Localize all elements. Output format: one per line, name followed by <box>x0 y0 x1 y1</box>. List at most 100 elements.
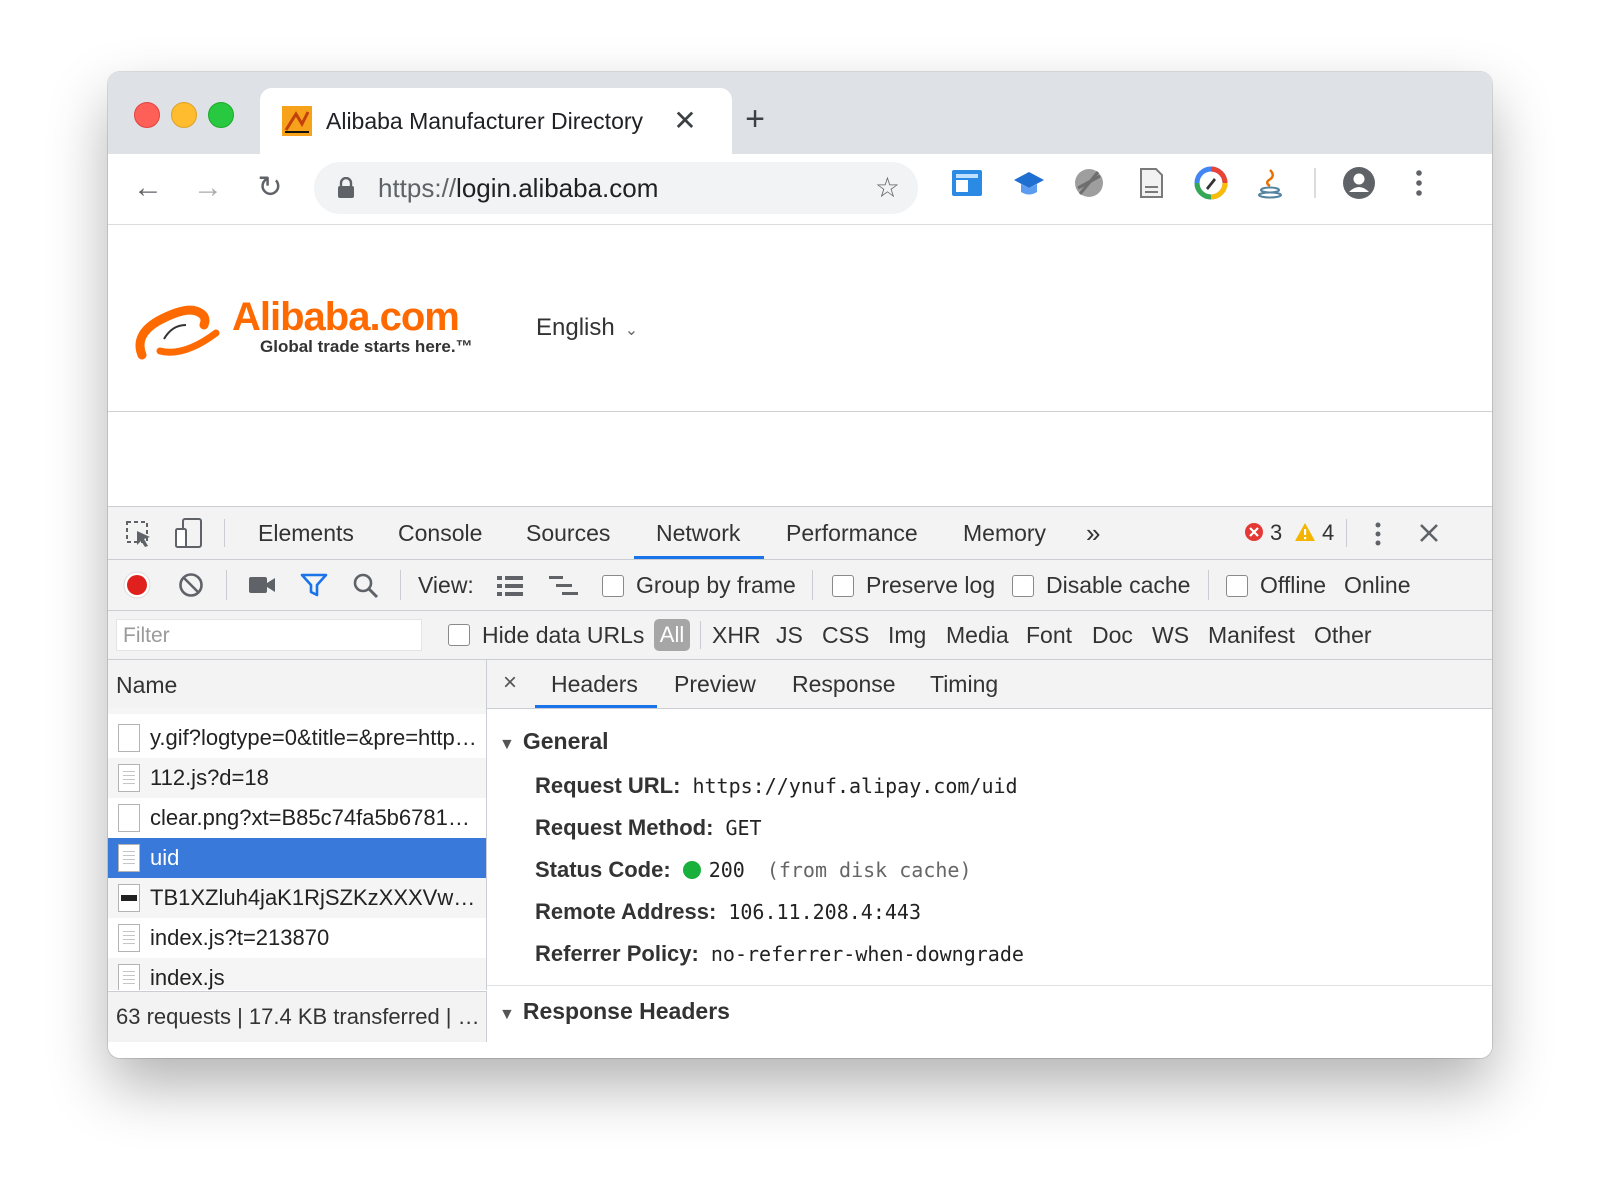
graduation-cap-extension-icon[interactable] <box>1012 166 1046 200</box>
close-window-button[interactable] <box>134 102 160 128</box>
list-item[interactable] <box>108 708 486 714</box>
table-row-selected[interactable]: uid <box>108 838 486 878</box>
group-by-frame-label: Group by frame <box>636 572 796 598</box>
offline-label: Offline <box>1260 572 1327 598</box>
table-row[interactable]: 112.js?d=18 <box>108 758 486 798</box>
filter-input[interactable]: Filter <box>116 619 422 651</box>
throttling-select[interactable]: Online <box>1344 570 1410 600</box>
name-column-header[interactable]: Name <box>108 660 486 709</box>
tab-elements[interactable]: Elements <box>258 507 354 559</box>
screenshot-extension-icon[interactable] <box>950 166 984 200</box>
filter-separator <box>700 621 701 649</box>
inspect-element-icon[interactable] <box>124 519 154 549</box>
new-tab-button[interactable]: + <box>738 102 772 136</box>
error-count[interactable]: 3 <box>1270 521 1282 545</box>
toolbar-divider <box>1314 168 1316 198</box>
back-arrow-icon[interactable]: ← <box>130 170 166 206</box>
response-headers-section-toggle[interactable]: ▼ Response Headers <box>499 996 730 1030</box>
type-filter-ws[interactable]: WS <box>1152 620 1189 650</box>
bookmark-star-icon[interactable]: ☆ <box>875 174 900 202</box>
filter-bar: Filter Hide data URLs All XHR JS CSS Img… <box>108 611 1492 660</box>
large-rows-icon[interactable] <box>496 574 524 598</box>
alibaba-logo[interactable]: Alibaba.com Global trade starts here.™ <box>134 295 494 365</box>
globe-extension-icon[interactable] <box>1072 166 1106 200</box>
compass-extension-icon[interactable] <box>1194 166 1228 200</box>
page-divider <box>108 411 1492 412</box>
hide-data-urls-checkbox[interactable] <box>448 624 470 646</box>
type-filter-img[interactable]: Img <box>888 620 926 650</box>
tab-response[interactable]: Response <box>792 669 896 699</box>
type-filter-all[interactable]: All <box>654 619 690 651</box>
address-bar[interactable]: https://login.alibaba.com ☆ <box>314 162 918 214</box>
error-icon[interactable] <box>1244 522 1264 542</box>
tab-sources[interactable]: Sources <box>526 507 610 559</box>
general-section-toggle[interactable]: ▼ General <box>499 726 609 760</box>
warning-count[interactable]: 4 <box>1322 521 1334 545</box>
close-detail-icon[interactable]: × <box>503 668 517 698</box>
table-row[interactable]: clear.png?xt=B85c74fa5b6781234 <box>108 798 486 838</box>
tab-headers[interactable]: Headers <box>551 669 638 699</box>
browser-menu-icon[interactable] <box>1402 166 1436 200</box>
toolbar-separator <box>812 570 813 600</box>
alibaba-smile-logo-icon <box>135 305 220 360</box>
script-file-icon <box>118 764 140 792</box>
blank-file-icon <box>118 724 140 752</box>
close-devtools-icon[interactable] <box>1418 522 1440 544</box>
table-row[interactable]: TB1XZluh4jaK1RjSZKzXXXVwXXa <box>108 878 486 918</box>
status-ok-icon <box>682 861 701 879</box>
warning-icon[interactable] <box>1294 521 1316 543</box>
tab-memory[interactable]: Memory <box>963 507 1046 559</box>
triangle-down-icon: ▼ <box>499 1006 515 1023</box>
zoom-window-button[interactable] <box>208 102 234 128</box>
table-row[interactable]: index.js <box>108 958 486 990</box>
type-filter-doc[interactable]: Doc <box>1092 620 1133 650</box>
blank-file-icon <box>118 804 140 832</box>
screenshot-camera-icon[interactable] <box>248 574 276 596</box>
script-file-icon <box>118 924 140 952</box>
type-filter-css[interactable]: CSS <box>822 620 869 650</box>
table-row[interactable]: y.gif?logtype=0&title=&pre=https... <box>108 718 486 758</box>
more-tabs-icon[interactable]: » <box>1086 507 1100 559</box>
document-extension-icon[interactable] <box>1134 166 1168 200</box>
devtools-menu-icon[interactable] <box>1368 519 1388 549</box>
tab-performance[interactable]: Performance <box>786 507 918 559</box>
logo-wordmark: Alibaba.com <box>232 295 460 339</box>
waterfall-overview-icon[interactable] <box>548 574 580 598</box>
tab-close-icon[interactable]: ✕ <box>670 106 700 136</box>
tab-network[interactable]: Network <box>656 507 740 559</box>
request-summary: 63 requests | 17.4 KB transferred | 2.1 … <box>108 991 487 1042</box>
type-filter-font[interactable]: Font <box>1026 620 1072 650</box>
search-icon[interactable] <box>352 572 380 600</box>
referrer-policy-row: Referrer Policy: no-referrer-when-downgra… <box>535 941 1024 966</box>
active-tab-indicator <box>634 556 764 559</box>
type-filter-media[interactable]: Media <box>946 620 1009 650</box>
type-filter-other[interactable]: Other <box>1314 620 1372 650</box>
status-code-row: Status Code: 200 (from disk cache) <box>535 857 972 882</box>
tab-preview[interactable]: Preview <box>674 669 756 699</box>
record-icon[interactable] <box>122 570 152 600</box>
filter-funnel-icon[interactable] <box>300 572 328 598</box>
tab-console[interactable]: Console <box>398 507 482 559</box>
profile-avatar-icon[interactable] <box>1342 166 1376 200</box>
language-label: English <box>536 314 615 341</box>
request-list: Name y.gif?logtype=0&title=&pre=https...… <box>108 660 487 990</box>
preserve-log-checkbox[interactable] <box>832 575 854 597</box>
clear-icon[interactable] <box>178 572 204 598</box>
type-filter-js[interactable]: JS <box>776 620 803 650</box>
minimize-window-button[interactable] <box>171 102 197 128</box>
tab-timing[interactable]: Timing <box>930 669 998 699</box>
java-extension-icon[interactable] <box>1254 166 1288 200</box>
chevron-down-icon: ⌄ <box>624 322 639 339</box>
type-filter-manifest[interactable]: Manifest <box>1208 620 1295 650</box>
type-filter-xhr[interactable]: XHR <box>712 620 761 650</box>
table-row[interactable]: index.js?t=213870 <box>108 918 486 958</box>
offline-checkbox[interactable] <box>1226 575 1248 597</box>
language-select[interactable]: English ⌄ <box>536 313 638 346</box>
hide-data-urls-label: Hide data URLs <box>482 622 645 648</box>
group-by-frame-checkbox[interactable] <box>602 575 624 597</box>
forward-arrow-icon[interactable]: → <box>190 170 226 206</box>
disable-cache-checkbox[interactable] <box>1012 575 1034 597</box>
reload-icon[interactable]: ↻ <box>252 170 288 206</box>
browser-tab[interactable]: Alibaba Manufacturer Directory ✕ <box>260 88 732 154</box>
device-toolbar-icon[interactable] <box>174 517 204 549</box>
